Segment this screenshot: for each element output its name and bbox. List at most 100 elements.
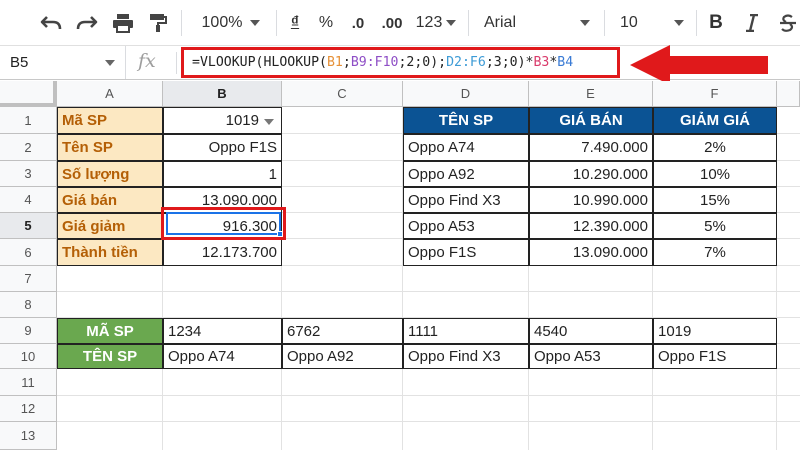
lookup-name-cell[interactable]: Oppo Find X3 — [403, 344, 529, 369]
row-header-13[interactable]: 13 — [0, 422, 57, 450]
table-cell-discount[interactable]: 2% — [653, 134, 777, 161]
toolbar-divider — [276, 10, 277, 36]
column-header-d[interactable]: D — [403, 81, 529, 107]
lookup-code-cell[interactable]: 1019 — [653, 318, 777, 344]
table-cell-name[interactable]: Oppo A74 — [403, 134, 529, 161]
spreadsheet-window: 100% ₫ % .0 .00 123 Arial 10 B B5 fx =VL… — [0, 0, 800, 450]
value-cell[interactable]: Oppo F1S — [163, 134, 282, 161]
italic-icon[interactable] — [740, 8, 764, 38]
arrow-left-icon — [630, 45, 768, 85]
column-header-stub — [777, 81, 800, 107]
lookup-code-cell[interactable]: 1234 — [163, 318, 282, 344]
column-header-f[interactable]: F — [653, 81, 777, 107]
table-cell-price[interactable]: 12.390.000 — [529, 213, 653, 239]
table-cell-discount[interactable]: 15% — [653, 187, 777, 213]
formula-part: ;3;0)* — [485, 55, 534, 70]
toolbar-divider — [181, 10, 182, 36]
table-header: TÊN SP — [403, 107, 529, 134]
formula-part: B1 — [326, 55, 343, 70]
column-header-c[interactable]: C — [282, 81, 403, 107]
bold-button[interactable]: B — [704, 8, 728, 38]
lookup-code-cell[interactable]: 4540 — [529, 318, 653, 344]
label-cell: Giá giảm — [57, 213, 163, 239]
formula-part: B3 — [533, 55, 550, 70]
row-header-1[interactable]: 1 — [0, 107, 57, 134]
table-cell-discount[interactable]: 10% — [653, 161, 777, 187]
table-cell-price[interactable]: 10.290.000 — [529, 161, 653, 187]
row-header-11[interactable]: 11 — [0, 369, 57, 396]
formula-input[interactable]: =VLOOKUP(HLOOKUP(B1; B9:F10 ;2;0); D2:F6 ;3;… — [181, 47, 620, 78]
font-size-select[interactable]: 10 — [614, 8, 690, 38]
column-header-e[interactable]: E — [529, 81, 653, 107]
row-header-10[interactable]: 10 — [0, 344, 57, 369]
value-cell[interactable]: 1019 — [163, 107, 282, 134]
table-cell-price[interactable]: 13.090.000 — [529, 239, 653, 266]
gridline — [57, 421, 800, 422]
column-header-a[interactable]: A — [57, 81, 163, 107]
percent-format-button[interactable]: % — [314, 8, 338, 38]
print-icon[interactable] — [108, 8, 138, 38]
lookup-name-cell[interactable]: Oppo A92 — [282, 344, 403, 369]
formula-part: B9:F10 — [350, 55, 399, 70]
redo-icon[interactable] — [72, 8, 102, 38]
formula-part: =VLOOKUP(HLOOKUP( — [192, 55, 327, 70]
decrease-decimal-button[interactable]: .0 — [344, 8, 372, 38]
label-cell: Tên SP — [57, 134, 163, 161]
label-cell: Thành tiền — [57, 239, 163, 266]
decrease-decimal-label: .0 — [351, 14, 365, 32]
table-cell-price[interactable]: 10.990.000 — [529, 187, 653, 213]
strikethrough-icon[interactable] — [776, 8, 800, 38]
chevron-down-icon — [250, 20, 261, 26]
dropdown-chevron-icon[interactable] — [264, 119, 274, 125]
table-cell-name[interactable]: Oppo A53 — [403, 213, 529, 239]
row-header-3[interactable]: 3 — [0, 161, 57, 187]
value-cell[interactable]: 1 — [163, 161, 282, 187]
font-select[interactable]: Arial — [480, 8, 596, 38]
table-cell-name[interactable]: Oppo A92 — [403, 161, 529, 187]
name-box[interactable]: B5 — [0, 46, 126, 79]
increase-decimal-label: .00 — [381, 14, 403, 32]
function-icon: fx — [138, 50, 156, 72]
row-header-5[interactable]: 5 — [0, 213, 57, 239]
value-cell[interactable]: 12.173.700 — [163, 239, 282, 266]
row-header-8[interactable]: 8 — [0, 292, 57, 318]
table-header: GIÁ BÁN — [529, 107, 653, 134]
table-header: GIẢM GIÁ — [653, 107, 777, 134]
currency-format-button[interactable]: ₫ — [284, 8, 306, 38]
formula-part: D2:F6 — [446, 55, 486, 70]
table-cell-name[interactable]: Oppo F1S — [403, 239, 529, 266]
row-header-2[interactable]: 2 — [0, 134, 57, 161]
lookup-code-cell[interactable]: 1111 — [403, 318, 529, 344]
lookup-name-cell[interactable]: Oppo A53 — [529, 344, 653, 369]
zoom-value: 100% — [201, 14, 243, 31]
row-header-12[interactable]: 12 — [0, 396, 57, 422]
chevron-down-icon — [674, 20, 684, 26]
row-header-7[interactable]: 7 — [0, 266, 57, 292]
select-all-corner[interactable] — [0, 81, 57, 107]
table-cell-discount[interactable]: 5% — [653, 213, 777, 239]
toolbar: 100% ₫ % .0 .00 123 Arial 10 B — [0, 0, 800, 46]
table-cell-name[interactable]: Oppo Find X3 — [403, 187, 529, 213]
table-cell-discount[interactable]: 7% — [653, 239, 777, 266]
name-box-value: B5 — [10, 54, 29, 71]
paint-format-icon[interactable] — [144, 8, 172, 38]
lookup-code-cell[interactable]: 6762 — [282, 318, 403, 344]
column-header-b[interactable]: B — [163, 81, 282, 107]
row-header-6[interactable]: 6 — [0, 239, 57, 266]
label-cell: Mã SP — [57, 107, 163, 134]
lookup-name-cell[interactable]: Oppo F1S — [653, 344, 777, 369]
active-cell-outline — [166, 212, 281, 235]
row-header-9[interactable]: 9 — [0, 318, 57, 344]
zoom-select[interactable]: 100% — [192, 8, 270, 38]
more-formats-button[interactable]: 123 — [412, 8, 460, 38]
lookup-label: TÊN SP — [57, 344, 163, 369]
font-size-value: 10 — [620, 14, 638, 31]
table-cell-price[interactable]: 7.490.000 — [529, 134, 653, 161]
fill-handle[interactable] — [277, 231, 283, 237]
toolbar-divider — [604, 10, 605, 36]
lookup-name-cell[interactable]: Oppo A74 — [163, 344, 282, 369]
currency-label: ₫ — [290, 14, 300, 31]
row-header-4[interactable]: 4 — [0, 187, 57, 213]
increase-decimal-button[interactable]: .00 — [376, 8, 408, 38]
undo-icon[interactable] — [36, 8, 66, 38]
